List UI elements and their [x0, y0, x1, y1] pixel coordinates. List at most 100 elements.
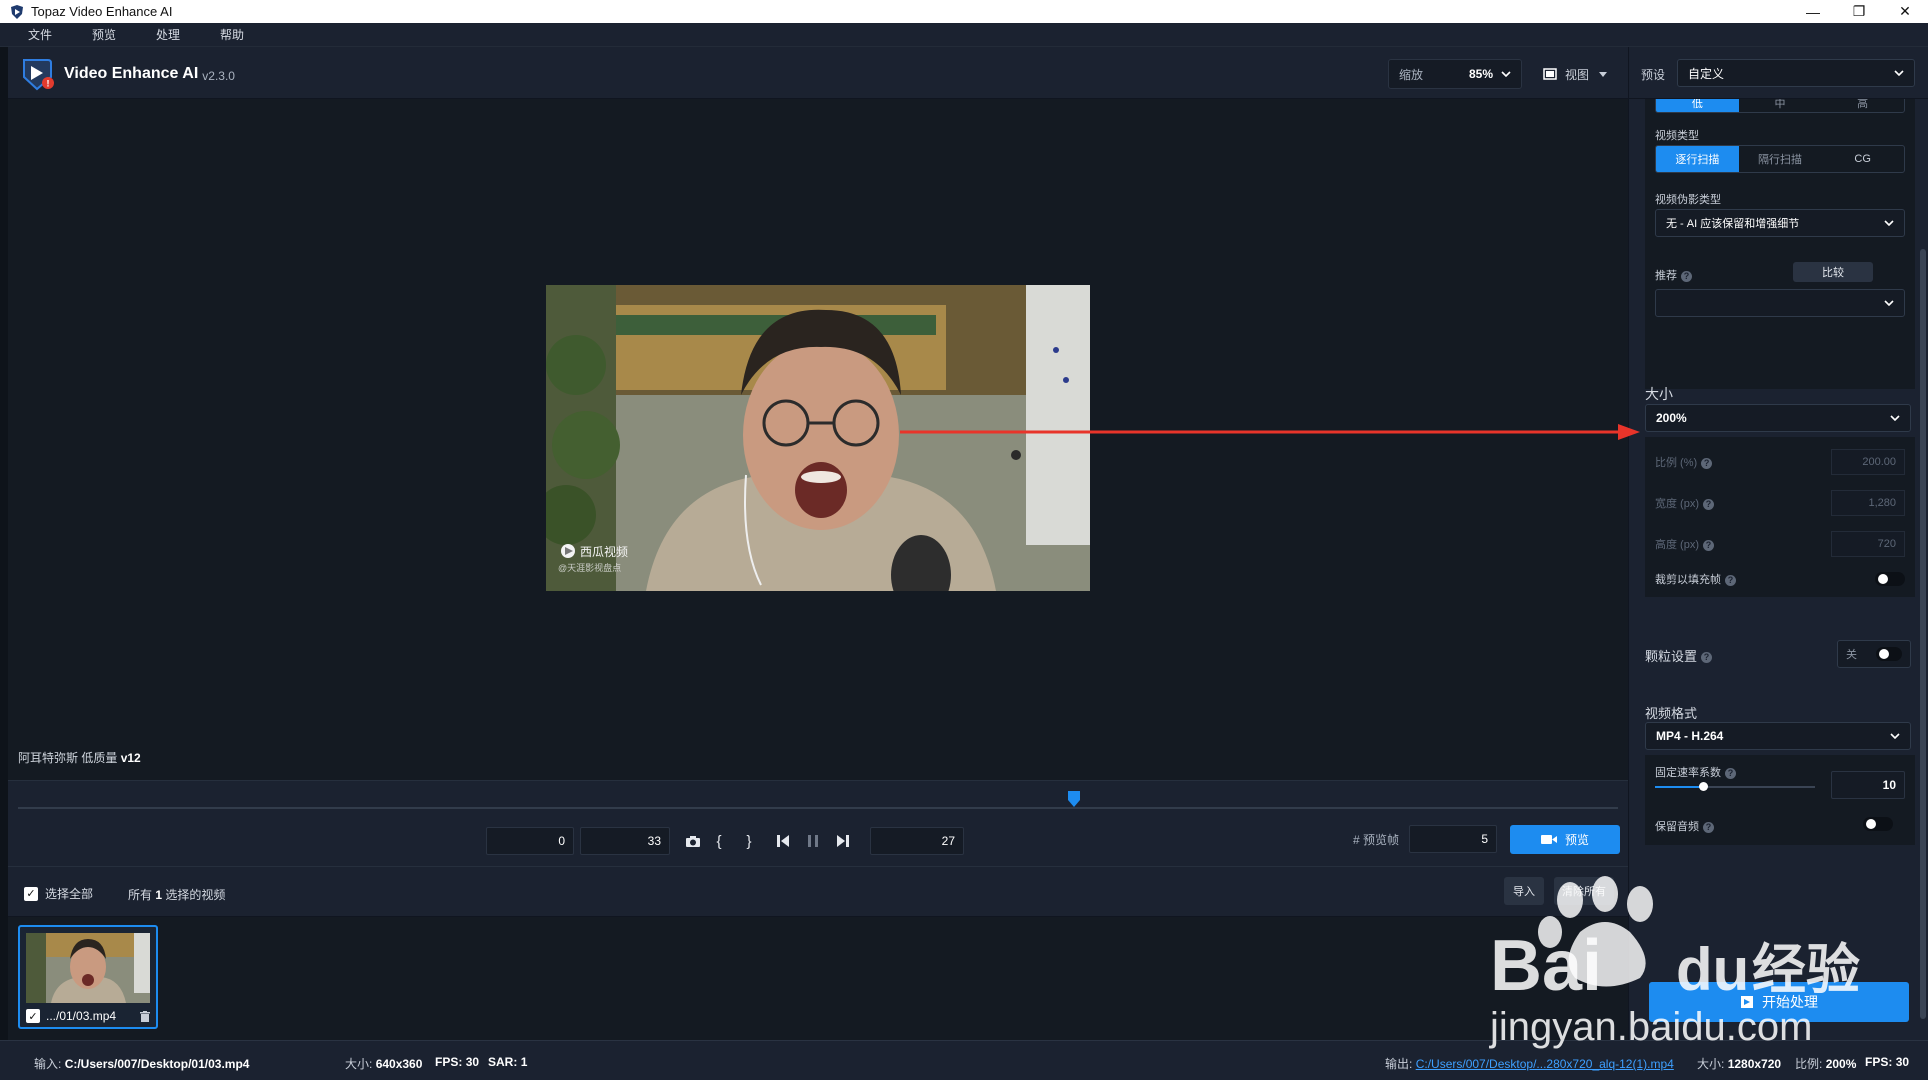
file-checkbox[interactable]: ✓ [26, 1009, 40, 1023]
height-input[interactable]: 720 [1831, 531, 1905, 557]
playback-controls: 0 33 { } 27 [486, 825, 964, 857]
format-section-title: 视频格式 [1645, 706, 1698, 721]
trash-icon[interactable] [140, 1010, 150, 1022]
menu-help[interactable]: 帮助 [220, 26, 244, 43]
help-icon[interactable]: ? [1703, 821, 1714, 833]
recommend-text: 推荐 [1655, 270, 1677, 282]
step-forward-icon[interactable] [830, 827, 856, 855]
minimize-icon[interactable]: — [1790, 0, 1836, 23]
grain-toggle[interactable] [1876, 647, 1902, 661]
menu-process[interactable]: 处理 [156, 26, 180, 43]
preset-value: 自定义 [1688, 66, 1725, 81]
preview-frames: # 预览帧 5 [1353, 825, 1498, 853]
format-dropdown[interactable]: MP4 - H.264 [1645, 722, 1911, 750]
help-icon[interactable]: ? [1701, 457, 1713, 469]
caret-down-icon [1599, 71, 1608, 77]
crf-slider-knob[interactable] [1699, 782, 1708, 791]
width-input[interactable]: 1,280 [1831, 490, 1905, 516]
timeline: 0 33 { } 27 # 预览帧 5 预览 [8, 780, 1628, 867]
topaz-logo-icon: ! [23, 59, 54, 91]
app-name: Video Enhance AI [64, 65, 199, 82]
mark-in-icon[interactable]: { [706, 827, 732, 855]
select-all-label: 选择全部 [45, 887, 94, 901]
camera-icon[interactable] [680, 827, 706, 855]
help-icon[interactable]: ? [1725, 574, 1736, 586]
maximize-icon[interactable]: ❐ [1836, 0, 1882, 23]
keep-audio-label: 保留音频? [1655, 818, 1714, 834]
video-type-progressive[interactable]: 逐行扫描 [1656, 146, 1739, 172]
size-dropdown-value: 200% [1656, 411, 1687, 425]
help-icon[interactable]: ? [1703, 498, 1714, 510]
scale-percent-input[interactable]: 200.00 [1831, 449, 1905, 475]
help-icon[interactable]: ? [1703, 539, 1714, 551]
size-section-title: 大小 [1645, 386, 1673, 402]
clear-all-button[interactable]: 清除所有 [1554, 877, 1614, 905]
status-size: 大小: 640x360 [345, 1055, 422, 1072]
settings-panel: 低 中 高 视频类型 逐行扫描 隔行扫描 CG 视频伪影类型 无 - AI 应该… [1628, 47, 1928, 1040]
size-dropdown[interactable]: 200% [1645, 404, 1911, 432]
selected-number: 1 [155, 888, 163, 902]
preview-video-icon [1540, 835, 1557, 844]
close-icon[interactable]: ✕ [1882, 0, 1928, 23]
crop-row: 裁剪以填充帧? [1655, 565, 1905, 593]
fps-value: 30 [465, 1055, 480, 1069]
zoom-dropdown[interactable]: 缩放 85% [1388, 59, 1522, 89]
width-row: 宽度 (px)? 1,280 [1655, 489, 1905, 517]
import-button[interactable]: 导入 [1504, 877, 1544, 905]
crf-input[interactable]: 10 [1831, 771, 1905, 799]
output-path-link[interactable]: C:/Users/007/Desktop/...280x720_alq-12(1… [1416, 1057, 1674, 1071]
menu-preview[interactable]: 预览 [92, 26, 116, 43]
start-processing-label: 开始处理 [1762, 994, 1818, 1010]
help-icon[interactable]: ? [1701, 652, 1713, 664]
preview-button[interactable]: 预览 [1510, 825, 1620, 854]
artifact-type-dropdown[interactable]: 无 - AI 应该保留和增强细节 [1655, 209, 1905, 237]
select-all-checkbox[interactable]: ✓ [24, 886, 38, 901]
grain-toggle-box[interactable]: 关 [1837, 640, 1911, 668]
start-frame-input[interactable]: 0 [486, 827, 574, 855]
file-strip: ✓ .../01/03.mp4 [8, 917, 1628, 1040]
video-type-label: 视频类型 [1655, 130, 1699, 142]
settings-scrollbar[interactable] [1919, 99, 1927, 1039]
preset-row: 预设 自定义 [1629, 47, 1928, 99]
start-processing-button[interactable]: 开始处理 [1649, 982, 1909, 1022]
compare-button[interactable]: 比较 [1793, 262, 1873, 282]
out-fps-value: 30 [1895, 1055, 1910, 1069]
crf-label: 固定速率系数? [1655, 764, 1736, 780]
recommend-label: 推荐? [1655, 267, 1692, 283]
app-header: ! Video Enhance AI v2.3.0 缩放 85% 视图 [8, 47, 1628, 99]
step-back-icon[interactable] [770, 827, 796, 855]
output-label: 输出: [1385, 1057, 1413, 1071]
preview-frames-input[interactable]: 5 [1409, 825, 1498, 853]
video-preview-frame[interactable]: 西瓜视频 @天涯影视盘点 [546, 285, 1090, 591]
menu-file[interactable]: 文件 [28, 26, 52, 43]
keep-audio-toggle[interactable] [1863, 817, 1893, 831]
scale-percent-label: 比例 (%)? [1655, 454, 1831, 470]
crf-slider-track[interactable] [1655, 782, 1815, 791]
end-frame-input[interactable]: 33 [580, 827, 670, 855]
preview-area: 西瓜视频 @天涯影视盘点 阿耳特弥斯 低质量 v12 [8, 99, 1628, 779]
height-row: 高度 (px)? 720 [1655, 530, 1905, 558]
selection-bar: ✓ 选择全部 所有 1 选择的视频 导入 清除所有 [8, 867, 1628, 917]
recommend-dropdown[interactable] [1655, 289, 1905, 317]
select-all[interactable]: ✓ 选择全部 [24, 885, 93, 902]
help-icon[interactable]: ? [1681, 270, 1692, 282]
status-bar: 输入: C:/Users/007/Desktop/01/03.mp4 大小: 6… [0, 1040, 1928, 1080]
video-type-segmented: 逐行扫描 隔行扫描 CG [1655, 145, 1905, 173]
current-frame-input[interactable]: 27 [870, 827, 964, 855]
window-title: Topaz Video Enhance AI [31, 4, 173, 19]
view-dropdown[interactable]: 视图 [1543, 59, 1623, 89]
video-type-cg[interactable]: CG [1821, 146, 1904, 172]
help-icon[interactable]: ? [1725, 767, 1736, 779]
selected-suffix: 选择的视频 [165, 888, 226, 902]
mark-out-icon[interactable]: } [736, 827, 762, 855]
playhead-handle[interactable] [1067, 790, 1081, 808]
app-version: v2.3.0 [202, 68, 235, 83]
file-card[interactable]: ✓ .../01/03.mp4 [18, 925, 158, 1029]
timeline-track[interactable] [18, 807, 1618, 809]
crop-toggle[interactable] [1875, 572, 1905, 586]
pause-icon[interactable] [800, 827, 826, 855]
size-details-panel: 比例 (%)? 200.00 宽度 (px)? 1,280 高度 (px)? 7… [1645, 437, 1915, 597]
scrollbar-thumb[interactable] [1920, 249, 1926, 1019]
video-type-interlaced[interactable]: 隔行扫描 [1739, 146, 1822, 172]
preset-dropdown[interactable]: 自定义 [1677, 59, 1915, 87]
